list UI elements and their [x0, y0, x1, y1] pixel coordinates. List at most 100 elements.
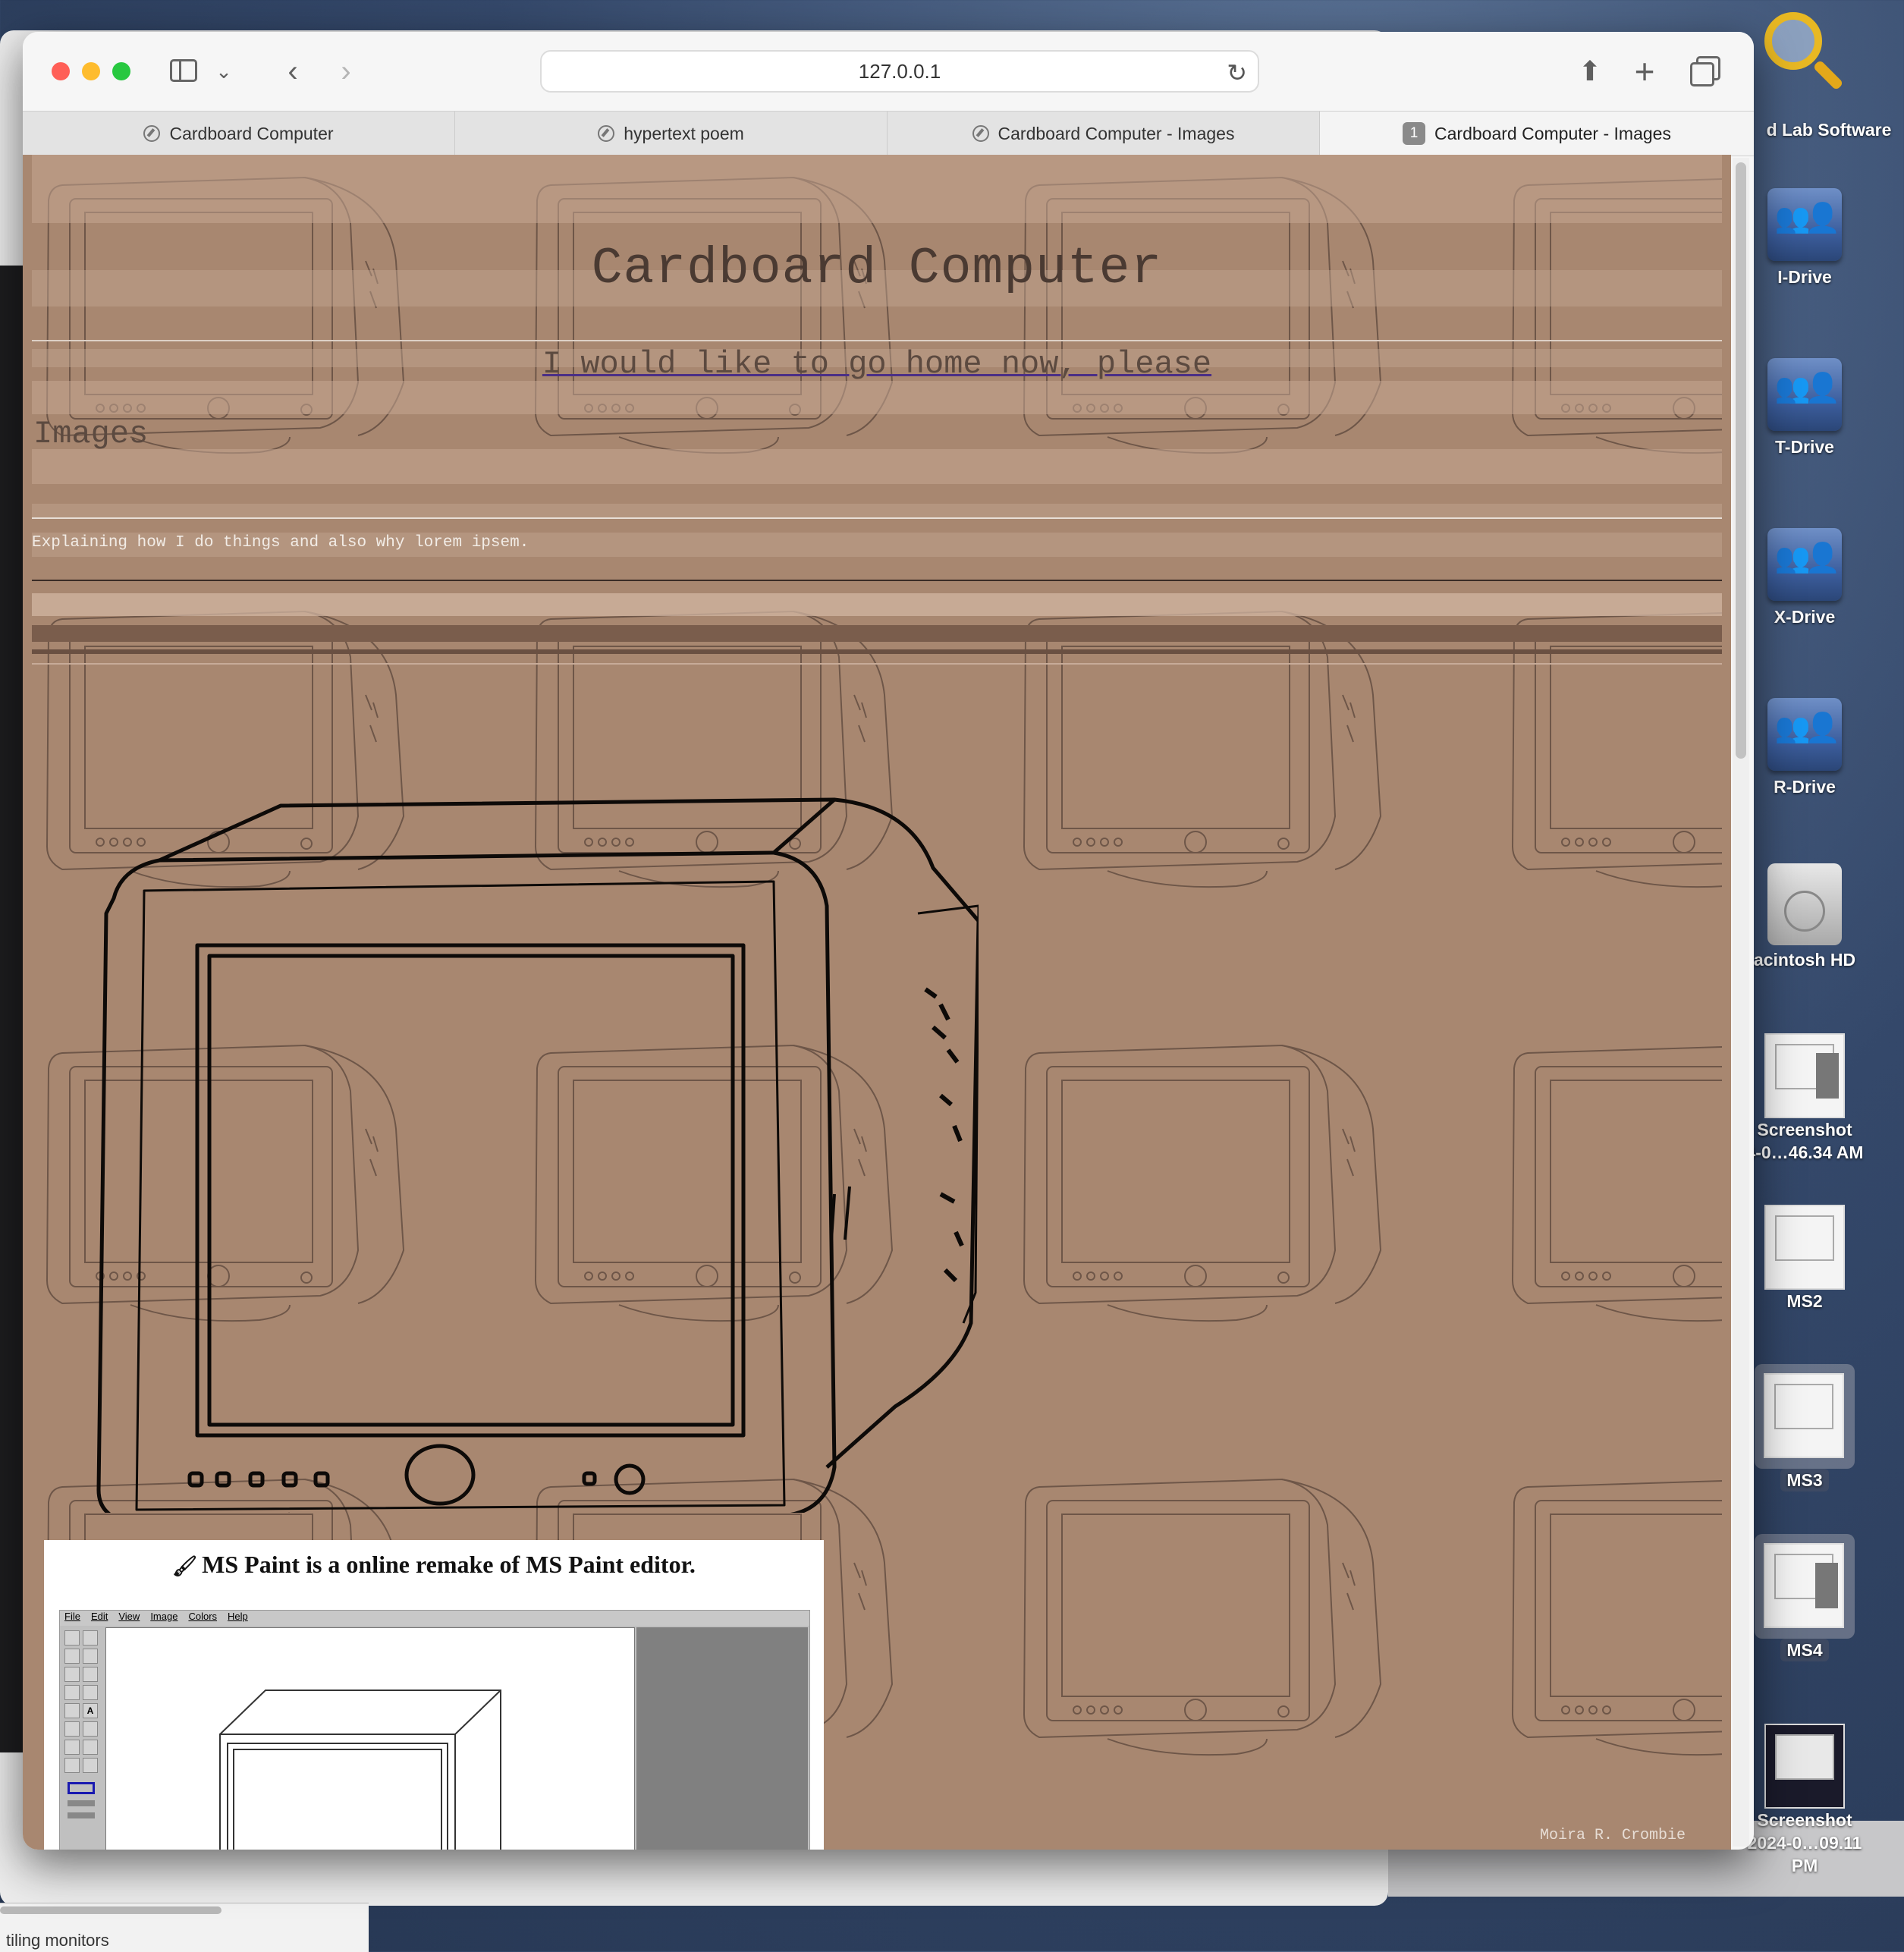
text-tool-icon: A: [83, 1703, 98, 1718]
browser-window: ⌄ ‹ › 127.0.0.1 ↻ ⬆ + Cardboard Computer…: [23, 32, 1754, 1850]
rect-select-tool-icon: [83, 1630, 98, 1646]
line-width-option: [68, 1800, 95, 1806]
desktop-item-i-drive[interactable]: 👥👤 I-Drive: [1733, 184, 1877, 288]
new-tab-plus-icon[interactable]: +: [1629, 53, 1660, 90]
ms-paint-drawing: [219, 1690, 501, 1850]
address-bar-url[interactable]: 127.0.0.1: [542, 52, 1258, 91]
reload-icon[interactable]: ↻: [1227, 53, 1247, 93]
ms-menu-colors: Colors: [188, 1611, 218, 1622]
ms-menu-image: Image: [150, 1611, 178, 1622]
rounded-rect-tool-icon: [83, 1758, 98, 1773]
fill-tool-icon: [83, 1649, 98, 1664]
picker-tool-icon: [64, 1667, 80, 1682]
desktop-item-label-line2: 2024-0…09.11 PM: [1747, 1833, 1862, 1875]
airbrush-tool-icon: [64, 1703, 80, 1718]
divider: [32, 663, 1722, 665]
address-bar[interactable]: 127.0.0.1 ↻: [540, 50, 1259, 93]
screenshot-thumbnail-icon: [1764, 1724, 1845, 1809]
screenshot-thumbnail-icon: [1755, 1534, 1855, 1639]
compass-icon: [598, 125, 615, 142]
paint-icon: 🖌: [172, 1555, 198, 1577]
divider: [32, 580, 1722, 581]
desktop-item-label-line2: 4-0…46.34 AM: [1745, 1143, 1864, 1162]
tab-label: Cardboard Computer: [169, 123, 334, 143]
network-drive-icon: 👥👤: [1763, 184, 1846, 266]
divider: [32, 517, 1722, 519]
share-icon[interactable]: ⬆: [1575, 53, 1605, 90]
section-description: Explaining how I do things and also why …: [32, 534, 529, 552]
ms-paint-menubar: File Edit View Image Colors Help: [60, 1611, 809, 1626]
desktop-item-ms4[interactable]: MS4: [1733, 1534, 1877, 1661]
header-band: [32, 449, 1722, 484]
page-scrollbar[interactable]: [1733, 158, 1749, 1847]
ellipse-tool-icon: [64, 1758, 80, 1773]
tab-label: Cardboard Computer - Images: [1434, 123, 1671, 143]
chevron-down-icon[interactable]: ⌄: [212, 53, 235, 90]
section-heading: Images: [33, 416, 149, 452]
select-tool-icon: [64, 1630, 80, 1646]
desktop-item-label: Screenshot: [1757, 1810, 1852, 1830]
desktop-item-label: R-Drive: [1774, 777, 1836, 797]
rectangle-tool-icon: [64, 1740, 80, 1755]
tab-label: hypertext poem: [624, 123, 744, 143]
desktop-item-label: MS2: [1786, 1291, 1823, 1311]
tab-label: Cardboard Computer - Images: [998, 123, 1235, 143]
desktop-item-r-drive[interactable]: 👥👤 R-Drive: [1733, 693, 1877, 798]
desktop-item-screenshot-2[interactable]: Screenshot 2024-0…09.11 PM: [1733, 1724, 1877, 1877]
header-band: [32, 649, 1722, 654]
header-band: [32, 504, 1722, 517]
desktop-item-ms3[interactable]: MS3: [1733, 1364, 1877, 1492]
tab-overview-icon[interactable]: [1686, 53, 1720, 90]
desktop-item-t-drive[interactable]: 👥👤 T-Drive: [1733, 354, 1877, 458]
divider: [32, 340, 1722, 341]
header-band: [32, 381, 1722, 414]
desktop-item-label: d Lab Software: [1766, 120, 1892, 140]
ms-paint-canvas: [105, 1627, 635, 1850]
desktop-item-x-drive[interactable]: 👥👤 X-Drive: [1733, 523, 1877, 628]
desktop-item-label: Screenshot: [1757, 1120, 1852, 1139]
compass-icon: [972, 125, 989, 142]
forward-arrow-icon[interactable]: ›: [331, 53, 361, 90]
tab-bar: Cardboard Computer hypertext poem Cardbo…: [23, 111, 1754, 156]
home-link-container: I would like to go home now, please: [23, 346, 1731, 382]
tab-cardboard-computer[interactable]: Cardboard Computer: [23, 112, 455, 156]
tab-cardboard-computer-images-active[interactable]: 1 Cardboard Computer - Images: [1320, 112, 1754, 156]
desktop-item-screenshot-1[interactable]: Screenshot 4-0…46.34 AM: [1733, 1033, 1877, 1164]
pencil-tool-icon: [64, 1685, 80, 1700]
spotlight-icon[interactable]: [1761, 8, 1845, 106]
ms-paint-caption: MS Paint is a online remake of MS Paint …: [202, 1551, 696, 1578]
header-band: [32, 155, 1722, 223]
scrollbar-thumb[interactable]: [1736, 162, 1746, 759]
back-arrow-icon[interactable]: ‹: [278, 53, 308, 90]
ms-menu-view: View: [118, 1611, 140, 1622]
tab-cardboard-computer-images[interactable]: Cardboard Computer - Images: [888, 112, 1320, 156]
line-width-option: [68, 1782, 95, 1794]
hard-disk-icon: [1763, 860, 1846, 948]
tab-hypertext-poem[interactable]: hypertext poem: [455, 112, 888, 156]
background-terminal[interactable]: tiling monitors: [0, 1903, 369, 1952]
sidebar-toggle-icon[interactable]: [168, 53, 199, 90]
zoom-window-button[interactable]: [112, 62, 130, 80]
desktop-item-label: I-Drive: [1777, 267, 1832, 287]
tab-count-badge: 1: [1403, 122, 1426, 145]
desktop-item-macintosh-hd[interactable]: acintosh HD: [1733, 860, 1877, 971]
desktop-item-label: X-Drive: [1774, 607, 1836, 627]
desktop-item-label: T-Drive: [1775, 437, 1834, 457]
ms-paint-toolbox: A: [61, 1627, 104, 1850]
ms-paint-workspace: [636, 1627, 808, 1850]
close-window-button[interactable]: [52, 62, 70, 80]
minimize-window-button[interactable]: [82, 62, 100, 80]
desktop-item-lab-software[interactable]: d Lab Software: [1757, 118, 1901, 141]
desktop-item-label: MS3: [1780, 1469, 1829, 1492]
eraser-tool-icon: [64, 1649, 80, 1664]
screenshot-thumbnail-icon: [1764, 1033, 1845, 1118]
ms-menu-help: Help: [228, 1611, 248, 1622]
brush-tool-icon: [83, 1685, 98, 1700]
desktop-item-ms2[interactable]: MS2: [1733, 1205, 1877, 1312]
home-link[interactable]: I would like to go home now, please: [542, 346, 1211, 382]
terminal-scrollbar[interactable]: [0, 1906, 222, 1914]
monitor-drawing-image: [96, 797, 979, 1513]
ms-paint-caption-row: 🖌 MS Paint is a online remake of MS Paint…: [44, 1551, 824, 1579]
network-drive-icon: 👥👤: [1763, 523, 1846, 605]
screenshot-thumbnail-icon: [1764, 1205, 1845, 1290]
